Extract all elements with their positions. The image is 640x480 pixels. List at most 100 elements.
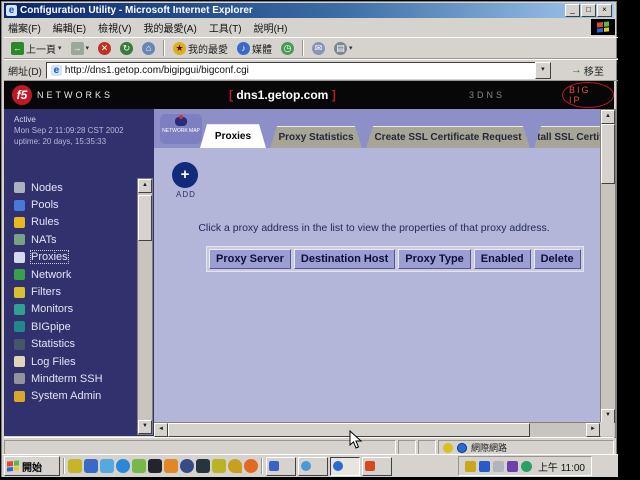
- sidebar-item-label: System Admin: [31, 390, 101, 402]
- tab-create-ssl-certificate-request[interactable]: Create SSL Certificate Request: [366, 126, 530, 148]
- back-button[interactable]: ← 上一頁 ▾: [8, 40, 65, 57]
- tray-icon-4[interactable]: [507, 461, 518, 472]
- menu-help[interactable]: 說明(H): [254, 20, 288, 35]
- sidebar-item-network[interactable]: Network: [14, 266, 103, 283]
- quicklaunch-icon-9[interactable]: [196, 459, 210, 473]
- favorites-button[interactable]: ★ 我的最愛: [170, 40, 231, 57]
- quicklaunch-icon-4[interactable]: [116, 459, 130, 473]
- sidebar-item-system-admin[interactable]: System Admin: [14, 388, 103, 405]
- tab-install-ssl-certificate[interactable]: Install SSL Certificate: [534, 126, 600, 148]
- quicklaunch-icon-2[interactable]: [84, 459, 98, 473]
- sidebar-item-nats[interactable]: NATs: [14, 231, 103, 248]
- window-icon: [333, 461, 343, 471]
- column-proxy-server[interactable]: Proxy Server: [209, 249, 291, 269]
- quicklaunch-icon-11[interactable]: [228, 459, 242, 473]
- sidebar-item-mindterm-ssh[interactable]: Mindterm SSH: [14, 370, 103, 387]
- address-input[interactable]: e http://dns1.getop.com/bigipgui/bigconf…: [46, 62, 550, 79]
- stop-button[interactable]: ✕: [95, 41, 114, 56]
- sidebar-item-pools[interactable]: Pools: [14, 196, 103, 213]
- tray-icon-2[interactable]: [479, 461, 490, 472]
- tab-proxy-statistics[interactable]: Proxy Statistics: [270, 126, 362, 148]
- taskbar: 開始 上午 1: [2, 454, 618, 477]
- quicklaunch-icon-6[interactable]: [148, 459, 162, 473]
- add-proxy-button[interactable]: +: [172, 162, 198, 188]
- menu-edit[interactable]: 編輯(E): [53, 20, 86, 35]
- sidebar-item-log-files[interactable]: Log Files: [14, 353, 103, 370]
- menu-file[interactable]: 檔案(F): [8, 20, 41, 35]
- close-button[interactable]: ×: [597, 4, 612, 17]
- quicklaunch-icon-10[interactable]: [212, 459, 226, 473]
- forward-dropdown-icon[interactable]: ▾: [86, 44, 90, 52]
- scrollbar-thumb[interactable]: [601, 124, 615, 184]
- sidebar-item-bigpipe[interactable]: BIGpipe: [14, 318, 103, 335]
- system-tray: 上午 11:00: [458, 456, 592, 476]
- back-label: 上一頁: [26, 41, 56, 56]
- column-proxy-type[interactable]: Proxy Type: [398, 249, 471, 269]
- address-dropdown-button[interactable]: ▾: [535, 62, 551, 79]
- sidebar-item-monitors[interactable]: Monitors: [14, 301, 103, 318]
- refresh-button[interactable]: ↻: [117, 41, 136, 56]
- sidebar-item-rules[interactable]: Rules: [14, 214, 103, 231]
- taskbar-window-button-2[interactable]: [298, 457, 328, 476]
- ie-app-icon: e: [6, 5, 17, 16]
- minimize-button[interactable]: _: [565, 4, 580, 17]
- content-vertical-scrollbar[interactable]: ▲ ▼: [600, 109, 616, 438]
- taskbar-window-button-4[interactable]: [362, 457, 392, 476]
- media-button[interactable]: ♪ 媒體: [234, 40, 275, 57]
- scroll-down-icon[interactable]: ▼: [601, 409, 615, 423]
- quicklaunch-icon-5[interactable]: [132, 459, 146, 473]
- taskbar-window-button-3[interactable]: [330, 457, 360, 476]
- back-dropdown-icon[interactable]: ▾: [58, 44, 62, 52]
- column-destination-host[interactable]: Destination Host: [294, 249, 395, 269]
- status-active: Active: [14, 114, 154, 125]
- menu-favorites[interactable]: 我的最愛(A): [143, 20, 196, 35]
- scroll-right-icon[interactable]: ►: [586, 423, 600, 437]
- menu-tools[interactable]: 工具(T): [209, 20, 242, 35]
- quicklaunch-icon-7[interactable]: [164, 459, 178, 473]
- home-button[interactable]: ⌂: [139, 41, 158, 56]
- scroll-up-icon[interactable]: ▲: [138, 179, 152, 193]
- quicklaunch-icon-1[interactable]: [68, 459, 82, 473]
- tray-icon-3[interactable]: [493, 461, 504, 472]
- status-uptime: uptime: 20 days, 15:35:33: [14, 136, 154, 147]
- content-horizontal-scrollbar[interactable]: ◄ ►: [154, 422, 600, 437]
- column-delete[interactable]: Delete: [534, 249, 581, 269]
- tray-icon-5[interactable]: [521, 461, 532, 472]
- sidebar-item-proxies[interactable]: Proxies: [14, 249, 103, 266]
- go-button[interactable]: → 移至: [571, 63, 604, 78]
- quicklaunch-icon-12[interactable]: [244, 459, 258, 473]
- forward-button[interactable]: → ▾: [68, 41, 93, 56]
- print-button[interactable]: ▤ ▾: [331, 41, 356, 56]
- sidebar-item-nodes[interactable]: Nodes: [14, 179, 103, 196]
- scroll-up-icon[interactable]: ▲: [601, 110, 615, 124]
- bigpipe-icon: [14, 321, 25, 332]
- print-dropdown-icon[interactable]: ▾: [349, 44, 353, 52]
- menu-view[interactable]: 檢視(V): [98, 20, 131, 35]
- quicklaunch-icon-8[interactable]: [180, 459, 194, 473]
- tray-icon-1[interactable]: [465, 461, 476, 472]
- scroll-down-icon[interactable]: ▼: [138, 420, 152, 434]
- sidebar-scrollbar[interactable]: ▲ ▼: [137, 178, 153, 435]
- history-icon: ◷: [281, 42, 294, 55]
- start-button[interactable]: 開始: [4, 456, 60, 476]
- status-pane-small: [398, 440, 416, 455]
- history-button[interactable]: ◷: [278, 41, 297, 56]
- scroll-left-icon[interactable]: ◄: [154, 423, 168, 437]
- quicklaunch-icon-3[interactable]: [100, 459, 114, 473]
- log-files-icon: [14, 356, 25, 367]
- sidebar-item-statistics[interactable]: Statistics: [14, 336, 103, 353]
- proxies-page: + ADD Click a proxy address in the list …: [154, 148, 600, 422]
- zone-warning-icon: [443, 443, 453, 453]
- scrollbar-thumb[interactable]: [138, 195, 152, 241]
- column-enabled[interactable]: Enabled: [474, 249, 531, 269]
- tab-proxies[interactable]: Proxies: [200, 124, 266, 148]
- sidebar-menu: Nodes Pools Rules NATs Proxies Network: [14, 179, 103, 405]
- home-icon: ⌂: [142, 42, 155, 55]
- maximize-button[interactable]: □: [581, 4, 596, 17]
- sidebar-item-filters[interactable]: Filters: [14, 283, 103, 300]
- mail-button[interactable]: ✉: [309, 41, 328, 56]
- network-map-button[interactable]: NETWORK MAP: [160, 114, 202, 144]
- taskbar-window-button-1[interactable]: [266, 457, 296, 476]
- taskbar-separator: [63, 458, 65, 474]
- favorites-label: 我的最愛: [188, 41, 228, 56]
